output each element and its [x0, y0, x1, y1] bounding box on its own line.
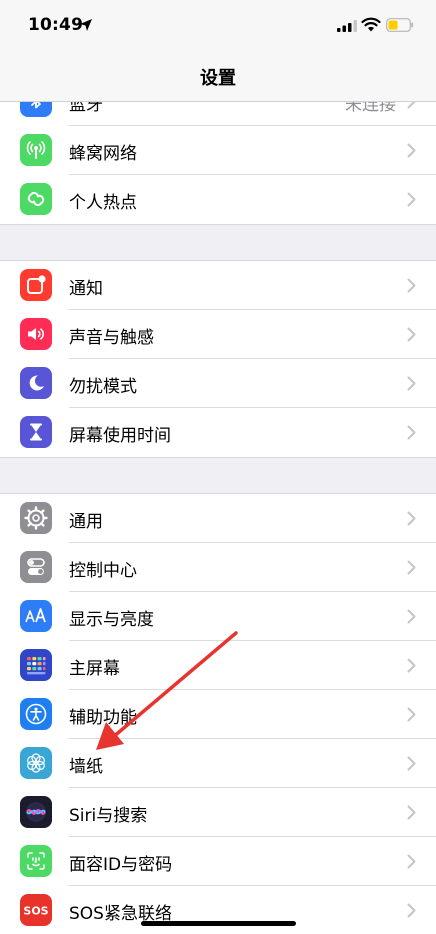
chevron-right-icon: [407, 658, 416, 673]
wifi-icon: [361, 17, 381, 32]
settings-row-label: 通用: [69, 512, 103, 532]
settings-list: 蓝牙 未连接 蜂窝网络 个人热点 通知 声音与触感 勿扰模式 屏幕使用时间 通用…: [0, 76, 436, 934]
moon-icon: [20, 367, 52, 399]
svg-text:SOS: SOS: [23, 905, 48, 918]
chevron-right-icon: [407, 192, 416, 207]
chevron-right-icon: [407, 376, 416, 391]
settings-row-display[interactable]: 显示与亮度: [0, 592, 436, 641]
gear-icon: [20, 502, 52, 534]
settings-row-label: 个人热点: [69, 193, 137, 213]
status-time: 10:49: [28, 15, 84, 35]
settings-row-control-center[interactable]: 控制中心: [0, 543, 436, 592]
hotspot-link-icon: [20, 183, 52, 215]
chevron-right-icon: [407, 327, 416, 342]
settings-row-label: 控制中心: [69, 561, 137, 581]
toggles-icon: [20, 551, 52, 583]
settings-row-screen-time[interactable]: 屏幕使用时间: [0, 408, 436, 457]
settings-row-sounds[interactable]: 声音与触感: [0, 310, 436, 359]
settings-row-label: 主屏幕: [69, 659, 120, 679]
navigation-bar: 设置: [0, 50, 436, 102]
status-bar: 10:49: [0, 0, 436, 50]
settings-row-home-screen[interactable]: 主屏幕: [0, 641, 436, 690]
settings-row-accessibility[interactable]: 辅助功能: [0, 690, 436, 739]
battery-icon: [386, 18, 414, 32]
settings-group-notifications: 通知 声音与触感 勿扰模式 屏幕使用时间: [0, 260, 436, 458]
settings-row-label: 声音与触感: [69, 328, 154, 348]
settings-row-face-id[interactable]: 面容ID与密码: [0, 837, 436, 886]
settings-row-label: 蜂窝网络: [69, 144, 137, 164]
home-grid-icon: [20, 649, 52, 681]
settings-row-label: 屏幕使用时间: [69, 426, 171, 446]
chevron-right-icon: [407, 854, 416, 869]
settings-row-label: 勿扰模式: [69, 377, 137, 397]
location-arrow-icon: [80, 19, 92, 31]
cellular-signal-icon: [337, 20, 357, 32]
page-title: 设置: [200, 68, 236, 89]
chevron-right-icon: [407, 805, 416, 820]
settings-row-label: 墙纸: [69, 757, 103, 777]
chevron-right-icon: [407, 756, 416, 771]
settings-row-hotspot[interactable]: 个人热点: [0, 175, 436, 224]
home-indicator[interactable]: [141, 921, 296, 926]
chevron-right-icon: [407, 560, 416, 575]
flower-icon: [20, 747, 52, 779]
speaker-icon: [20, 318, 52, 350]
settings-row-general[interactable]: 通用: [0, 494, 436, 543]
siri-icon: [20, 796, 52, 828]
chevron-right-icon: [407, 143, 416, 158]
antenna-icon: [20, 134, 52, 166]
chevron-right-icon: [407, 511, 416, 526]
settings-row-siri[interactable]: Siri与搜索: [0, 788, 436, 837]
accessibility-icon: [20, 698, 52, 730]
settings-row-wallpaper[interactable]: 墙纸: [0, 739, 436, 788]
settings-row-label: 显示与亮度: [69, 610, 154, 630]
settings-row-label: 辅助功能: [69, 708, 137, 728]
settings-row-emergency-sos[interactable]: SOS SOS紧急联络: [0, 886, 436, 934]
chevron-right-icon: [407, 903, 416, 918]
chevron-right-icon: [407, 278, 416, 293]
settings-row-do-not-disturb[interactable]: 勿扰模式: [0, 359, 436, 408]
chevron-right-icon: [407, 609, 416, 624]
sos-icon: SOS: [20, 894, 52, 926]
settings-group-general: 通用 控制中心 显示与亮度 主屏幕 辅助功能 墙纸 Siri与搜索 面容ID与密…: [0, 493, 436, 934]
settings-row-label: 通知: [69, 279, 103, 299]
text-size-icon: [20, 600, 52, 632]
chevron-right-icon: [407, 425, 416, 440]
notifications-icon: [20, 269, 52, 301]
settings-screen: 10:49 设置 蓝牙 未连接 蜂窝网络 个人热点 通知 声音与触感 勿扰模式 …: [0, 0, 436, 934]
settings-row-label: 面容ID与密码: [69, 855, 173, 875]
hourglass-icon: [20, 416, 52, 448]
chevron-right-icon: [407, 707, 416, 722]
settings-row-cellular[interactable]: 蜂窝网络: [0, 126, 436, 175]
settings-row-notifications[interactable]: 通知: [0, 261, 436, 310]
settings-row-label: Siri与搜索: [69, 806, 148, 826]
face-id-icon: [20, 845, 52, 877]
